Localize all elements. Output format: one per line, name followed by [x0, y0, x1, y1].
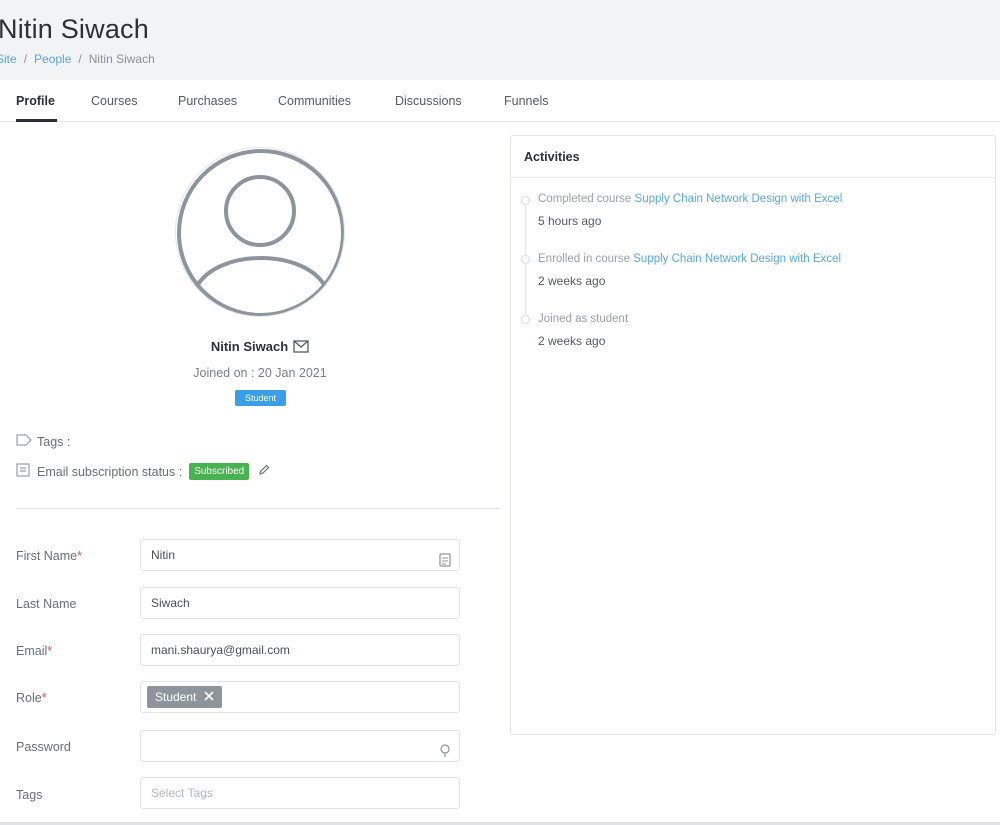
tag-icon [16, 434, 32, 449]
user-avatar-icon [175, 147, 345, 317]
page-header: Nitin Siwach Site / People / Nitin Siwach [0, 0, 1000, 80]
email-status-row: Email subscription status : Subscribed [16, 463, 270, 480]
first-name-value: Nitin [151, 548, 176, 562]
activity-item: Enrolled in course Supply Chain Network … [538, 253, 841, 265]
activity-time: 2 weeks ago [538, 334, 606, 348]
first-name-label-text: First Name [16, 549, 78, 563]
role-label: Role* [16, 691, 47, 705]
tags-row: Tags : [16, 434, 70, 449]
breadcrumb-separator: / [78, 52, 82, 66]
email-label: Email* [16, 644, 52, 658]
activity-text: Enrolled in course [538, 253, 631, 265]
breadcrumb: Site / People / Nitin Siwach [0, 52, 155, 66]
activity-text: Joined as student [538, 313, 629, 325]
envelope-icon[interactable] [293, 340, 309, 356]
activity-time: 5 hours ago [538, 214, 602, 228]
tab-funnels[interactable]: Funnels [504, 94, 548, 108]
breadcrumb-separator: / [23, 52, 28, 66]
tab-courses[interactable]: Courses [91, 94, 138, 108]
tags-select[interactable]: Select Tags [140, 777, 460, 809]
pencil-icon[interactable] [258, 464, 270, 479]
activities-title: Activities [524, 150, 580, 164]
activity-time: 2 weeks ago [538, 274, 606, 288]
activity-item: Completed course Supply Chain Network De… [538, 193, 842, 205]
last-name-label: Last Name [16, 597, 77, 611]
last-name-value: Siwach [151, 596, 190, 610]
first-name-field[interactable]: Nitin [140, 539, 460, 571]
first-name-label: First Name* [16, 549, 82, 563]
timeline-dot [521, 255, 530, 264]
tags-placeholder: Select Tags [151, 786, 213, 800]
required-marker: * [47, 644, 53, 658]
tab-discussions[interactable]: Discussions [395, 94, 462, 108]
required-marker: * [41, 691, 47, 705]
activities-divider [511, 177, 995, 178]
breadcrumb-current: Nitin Siwach [88, 52, 155, 66]
timeline-dot [521, 196, 530, 205]
tab-communities[interactable]: Communities [278, 94, 351, 108]
password-field[interactable] [140, 730, 460, 762]
role-badge: Student [235, 390, 286, 406]
timeline-dot [521, 315, 530, 324]
required-marker: * [77, 549, 82, 563]
mail-status-icon [16, 463, 32, 480]
subscribed-badge: Subscribed [189, 463, 250, 480]
role-label-text: Role [16, 691, 42, 705]
key-icon[interactable] [439, 739, 451, 769]
close-icon[interactable] [204, 686, 214, 708]
breadcrumb-people-link[interactable]: People [34, 52, 71, 66]
last-name-field[interactable]: Siwach [140, 587, 460, 619]
role-chip: Student [147, 686, 223, 708]
course-link[interactable]: Supply Chain Network Design with Excel [633, 253, 841, 265]
email-value: mani.shaurya@gmail.com [151, 643, 290, 657]
active-tab-indicator [16, 119, 57, 122]
email-field[interactable]: mani.shaurya@gmail.com [140, 634, 460, 666]
email-label-text: Email [16, 644, 48, 658]
tab-purchases[interactable]: Purchases [178, 94, 237, 108]
breadcrumb-site-link[interactable]: Site [0, 52, 17, 66]
contact-card-icon [439, 548, 451, 578]
activity-text: Completed course [538, 193, 632, 205]
tab-profile[interactable]: Profile [16, 94, 55, 108]
page-title: Nitin Siwach [0, 14, 149, 44]
profile-name: Nitin Siwach [0, 339, 520, 356]
role-select[interactable]: Student [140, 681, 460, 713]
joined-date: Joined on : 20 Jan 2021 [193, 366, 327, 380]
tab-bar: Profile Courses Purchases Communities Di… [0, 80, 1000, 122]
tags-label: Tags : [37, 434, 71, 449]
activities-panel: Activities Completed course Supply Chain… [510, 135, 996, 735]
tags-label: Tags [16, 788, 43, 802]
section-divider [16, 508, 501, 509]
password-label: Password [16, 740, 71, 754]
profile-name-text: Nitin Siwach [210, 339, 289, 354]
role-chip-label: Student [155, 690, 197, 704]
activity-item: Joined as student [538, 313, 628, 325]
email-status-label: Email subscription status : [37, 464, 183, 479]
course-link[interactable]: Supply Chain Network Design with Excel [635, 193, 843, 205]
